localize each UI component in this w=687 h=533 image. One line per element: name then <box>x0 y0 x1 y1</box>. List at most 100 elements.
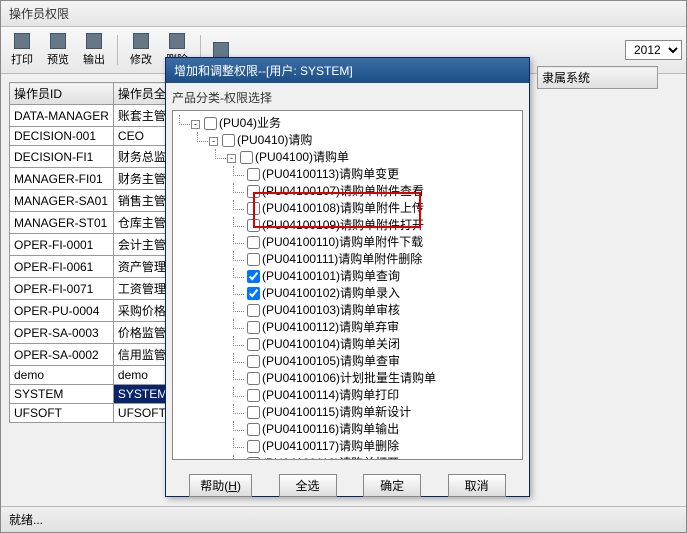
node-checkbox[interactable] <box>247 219 260 232</box>
node-checkbox[interactable] <box>240 151 253 164</box>
tree-leaf-label[interactable]: (PU04100104)请购单关闭 <box>262 337 400 351</box>
tree-leaf[interactable]: (PU04100110)请购单附件下载 <box>245 234 522 251</box>
year-select[interactable]: 2012 <box>625 40 682 60</box>
tree-leaf[interactable]: (PU04100106)计划批量生请购单 <box>245 370 522 387</box>
node-checkbox[interactable] <box>247 287 260 300</box>
node-checkbox[interactable] <box>247 372 260 385</box>
table-row[interactable]: OPER-FI-0071工资管理 <box>10 278 172 300</box>
table-row[interactable]: MANAGER-FI01财务主管 <box>10 168 172 190</box>
cell-id[interactable]: DECISION-FI1 <box>10 146 114 168</box>
cell-id[interactable]: SYSTEM <box>10 385 114 404</box>
cell-name[interactable]: 销售主管 <box>113 190 171 212</box>
node-checkbox[interactable] <box>247 202 260 215</box>
tree-leaf-label[interactable]: (PU04100105)请购单查审 <box>262 354 400 368</box>
cell-name[interactable]: 会计主管 <box>113 234 171 256</box>
node-checkbox[interactable] <box>247 457 260 460</box>
ok-button[interactable]: 确定 <box>363 474 421 497</box>
cell-name[interactable]: 价格监管 <box>113 322 171 344</box>
table-row[interactable]: UFSOFTUFSOFT <box>10 404 172 423</box>
cell-id[interactable]: OPER-SA-0002 <box>10 344 114 366</box>
node-checkbox[interactable] <box>247 270 260 283</box>
table-row[interactable]: OPER-PU-0004采购价格 <box>10 300 172 322</box>
cell-id[interactable]: OPER-FI-0071 <box>10 278 114 300</box>
permission-tree[interactable]: -(PU04)业务 -(PU0410)请购 -(PU04100)请购单 (PU0… <box>172 110 523 460</box>
print-button[interactable]: 打印 <box>5 31 39 69</box>
output-button[interactable]: 输出 <box>77 31 111 69</box>
tree-leaf[interactable]: (PU04100112)请购单弃审 <box>245 319 522 336</box>
tree-leaf-label[interactable]: (PU04100109)请购单附件打开 <box>262 218 424 232</box>
node-checkbox[interactable] <box>247 338 260 351</box>
table-row[interactable]: DECISION-001CEO <box>10 127 172 146</box>
cell-id[interactable]: OPER-SA-0003 <box>10 322 114 344</box>
tree-leaf-label[interactable]: (PU04100113)请购单变更 <box>262 167 399 181</box>
node-checkbox[interactable] <box>247 236 260 249</box>
node-checkbox[interactable] <box>247 406 260 419</box>
cell-id[interactable]: UFSOFT <box>10 404 114 423</box>
table-row[interactable]: OPER-FI-0001会计主管 <box>10 234 172 256</box>
tree-leaf-label[interactable]: (PU04100117)请购单删除 <box>262 439 399 453</box>
table-row[interactable]: OPER-FI-0061资产管理 <box>10 256 172 278</box>
cell-name[interactable]: demo <box>113 366 171 385</box>
expander-icon[interactable]: - <box>191 120 200 129</box>
table-row[interactable]: SYSTEMSYSTEM <box>10 385 172 404</box>
tree-leaf-label[interactable]: (PU04100102)请购单录入 <box>262 286 400 300</box>
node-checkbox[interactable] <box>247 440 260 453</box>
tree-leaf[interactable]: (PU04100117)请购单删除 <box>245 438 522 455</box>
node-checkbox[interactable] <box>222 134 235 147</box>
node-checkbox[interactable] <box>247 389 260 402</box>
tree-node[interactable]: (PU04100)请购单 <box>255 150 349 164</box>
tree-leaf[interactable]: (PU04100108)请购单附件上传 <box>245 200 522 217</box>
table-row[interactable]: MANAGER-SA01销售主管 <box>10 190 172 212</box>
cell-name[interactable]: 仓库主管 <box>113 212 171 234</box>
table-row[interactable]: MANAGER-ST01仓库主管 <box>10 212 172 234</box>
preview-button[interactable]: 预览 <box>41 31 75 69</box>
select-all-button[interactable]: 全选 <box>279 474 337 497</box>
tree-leaf[interactable]: (PU04100115)请购单新设计 <box>245 404 522 421</box>
tree-leaf-label[interactable]: (PU04100115)请购单新设计 <box>262 405 411 419</box>
table-row[interactable]: OPER-SA-0003价格监管 <box>10 322 172 344</box>
cell-name[interactable]: 财务主管 <box>113 168 171 190</box>
node-checkbox[interactable] <box>247 304 260 317</box>
expander-icon[interactable]: - <box>209 137 218 146</box>
node-checkbox[interactable] <box>247 321 260 334</box>
tree-node[interactable]: (PU0410)请购 <box>237 133 312 147</box>
tree-leaf-label[interactable]: (PU04100116)请购单输出 <box>262 422 399 436</box>
cell-name[interactable]: 采购价格 <box>113 300 171 322</box>
table-row[interactable]: demodemo <box>10 366 172 385</box>
table-row[interactable]: DATA-MANAGER账套主管 <box>10 105 172 127</box>
cell-id[interactable]: MANAGER-ST01 <box>10 212 114 234</box>
tree-leaf[interactable]: (PU04100116)请购单输出 <box>245 421 522 438</box>
tree-leaf[interactable]: (PU04100105)请购单查审 <box>245 353 522 370</box>
col-system[interactable]: 隶属系统 <box>538 67 658 89</box>
operator-grid[interactable]: 操作员ID 操作员全 DATA-MANAGER账套主管DECISION-001C… <box>9 82 172 423</box>
cell-id[interactable]: MANAGER-FI01 <box>10 168 114 190</box>
tree-leaf[interactable]: (PU04100101)请购单查询 <box>245 268 522 285</box>
cell-name[interactable]: CEO <box>113 127 171 146</box>
tree-leaf-label[interactable]: (PU04100112)请购单弃审 <box>262 320 399 334</box>
cell-name[interactable]: 账套主管 <box>113 105 171 127</box>
tree-leaf[interactable]: (PU04100118)请购单打开 <box>245 455 522 460</box>
node-checkbox[interactable] <box>247 168 260 181</box>
tree-leaf[interactable]: (PU04100103)请购单审核 <box>245 302 522 319</box>
tree-node[interactable]: (PU04)业务 <box>219 116 281 130</box>
cell-id[interactable]: OPER-FI-0061 <box>10 256 114 278</box>
tree-leaf[interactable]: (PU04100113)请购单变更 <box>245 166 522 183</box>
tree-leaf-label[interactable]: (PU04100118)请购单打开 <box>262 456 399 460</box>
col-operator-id[interactable]: 操作员ID <box>10 83 114 105</box>
tree-leaf[interactable]: (PU04100104)请购单关闭 <box>245 336 522 353</box>
cell-name[interactable]: 财务总监 <box>113 146 171 168</box>
cell-name[interactable]: 信用监管 <box>113 344 171 366</box>
table-row[interactable]: OPER-SA-0002信用监管 <box>10 344 172 366</box>
cell-id[interactable]: OPER-PU-0004 <box>10 300 114 322</box>
node-checkbox[interactable] <box>247 423 260 436</box>
cell-id[interactable]: MANAGER-SA01 <box>10 190 114 212</box>
tree-leaf-label[interactable]: (PU04100110)请购单附件下载 <box>262 235 423 249</box>
cell-name[interactable]: 工资管理 <box>113 278 171 300</box>
tree-leaf-label[interactable]: (PU04100103)请购单审核 <box>262 303 400 317</box>
tree-leaf[interactable]: (PU04100109)请购单附件打开 <box>245 217 522 234</box>
node-checkbox[interactable] <box>204 117 217 130</box>
tree-leaf-label[interactable]: (PU04100114)请购单打印 <box>262 388 399 402</box>
tree-leaf-label[interactable]: (PU04100101)请购单查询 <box>262 269 400 283</box>
expander-icon[interactable]: - <box>227 154 236 163</box>
cell-name[interactable]: SYSTEM <box>113 385 171 404</box>
